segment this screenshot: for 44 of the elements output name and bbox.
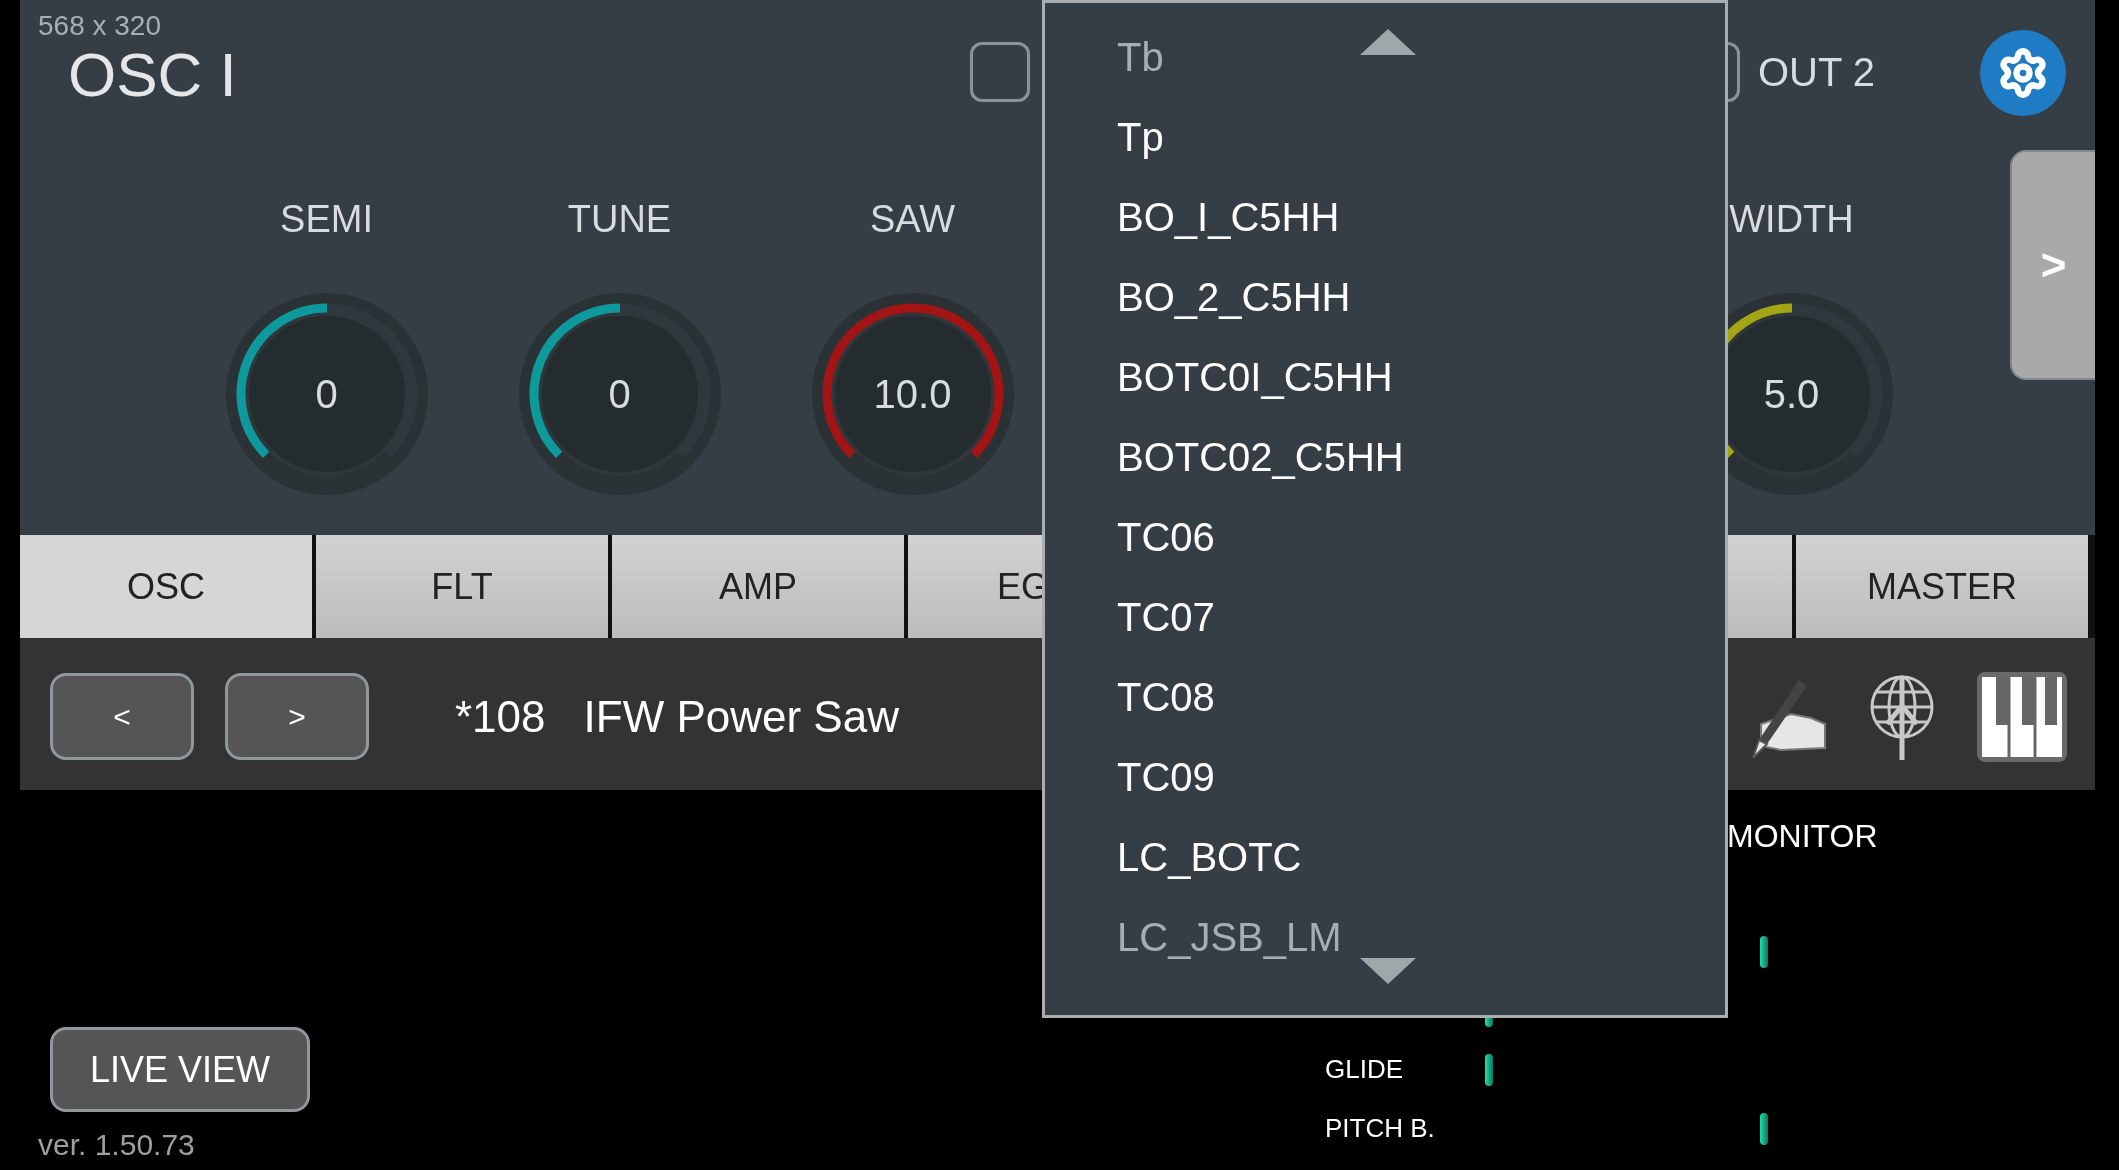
piano-keys-icon <box>1982 676 2062 757</box>
patch-number: *108 <box>455 691 546 743</box>
preset-option[interactable]: TC08 <box>1045 657 1215 737</box>
knob-value: 5.0 <box>1763 374 1820 414</box>
live-view-button[interactable]: LIVE VIEW <box>50 1027 310 1112</box>
scroll-up-icon[interactable] <box>1360 29 1416 55</box>
previous-button[interactable]: < <box>50 673 194 760</box>
preset-option[interactable]: TC06 <box>1045 497 1215 577</box>
scroll-down-icon[interactable] <box>1360 958 1416 984</box>
section-tab[interactable]: OSC <box>20 535 312 638</box>
preset-option[interactable]: BO_I_C5HH <box>1045 177 1340 257</box>
version-label: ver. 1.50.73 <box>38 1130 196 1160</box>
preset-option[interactable]: BO_2_C5HH <box>1045 257 1351 337</box>
patch-name: IFW Power Saw <box>583 691 899 743</box>
checkbox[interactable] <box>970 42 1030 102</box>
preset-option[interactable]: LC_JSB_LM <box>1045 897 1342 977</box>
preset-option[interactable]: TC07 <box>1045 577 1215 657</box>
keyboard-button[interactable] <box>1977 671 2067 762</box>
section-tab[interactable]: FLT <box>316 535 608 638</box>
monitor-title: MONITOR <box>1727 820 1879 852</box>
knob-value: 0 <box>315 374 338 414</box>
knob[interactable] <box>518 293 721 495</box>
knob-value: 0 <box>608 374 631 414</box>
monitor-label: GLIDE <box>1325 1054 1404 1084</box>
panel-title: OSC I <box>68 44 238 106</box>
output-label: OUT 2 <box>1758 49 1876 96</box>
monitor-label: PITCH B. <box>1325 1113 1435 1143</box>
knob-label: TUNE <box>567 200 672 240</box>
preset-option[interactable]: Tp <box>1045 97 1164 177</box>
screen-size-label: 568 x 320 <box>38 12 162 40</box>
preset-option[interactable]: Tb <box>1045 17 1164 97</box>
preset-option[interactable]: LC_BOTC <box>1045 817 1302 897</box>
section-tab[interactable]: MASTER <box>1796 535 2088 638</box>
preset-option[interactable]: TC09 <box>1045 737 1215 817</box>
knob-label: WIDTH <box>1729 200 1854 240</box>
preset-option[interactable]: BOTC02_C5HH <box>1045 417 1404 497</box>
knob-label: SEMI <box>280 200 373 240</box>
section-tab[interactable]: AMP <box>612 535 904 638</box>
knob-label: SAW <box>869 200 956 240</box>
settings-icon <box>1997 47 2049 99</box>
knob-value: 10.0 <box>873 374 952 414</box>
preset-option[interactable]: BOTC0I_C5HH <box>1045 337 1393 417</box>
next-button[interactable]: > <box>225 673 369 760</box>
knob[interactable] <box>225 293 428 495</box>
